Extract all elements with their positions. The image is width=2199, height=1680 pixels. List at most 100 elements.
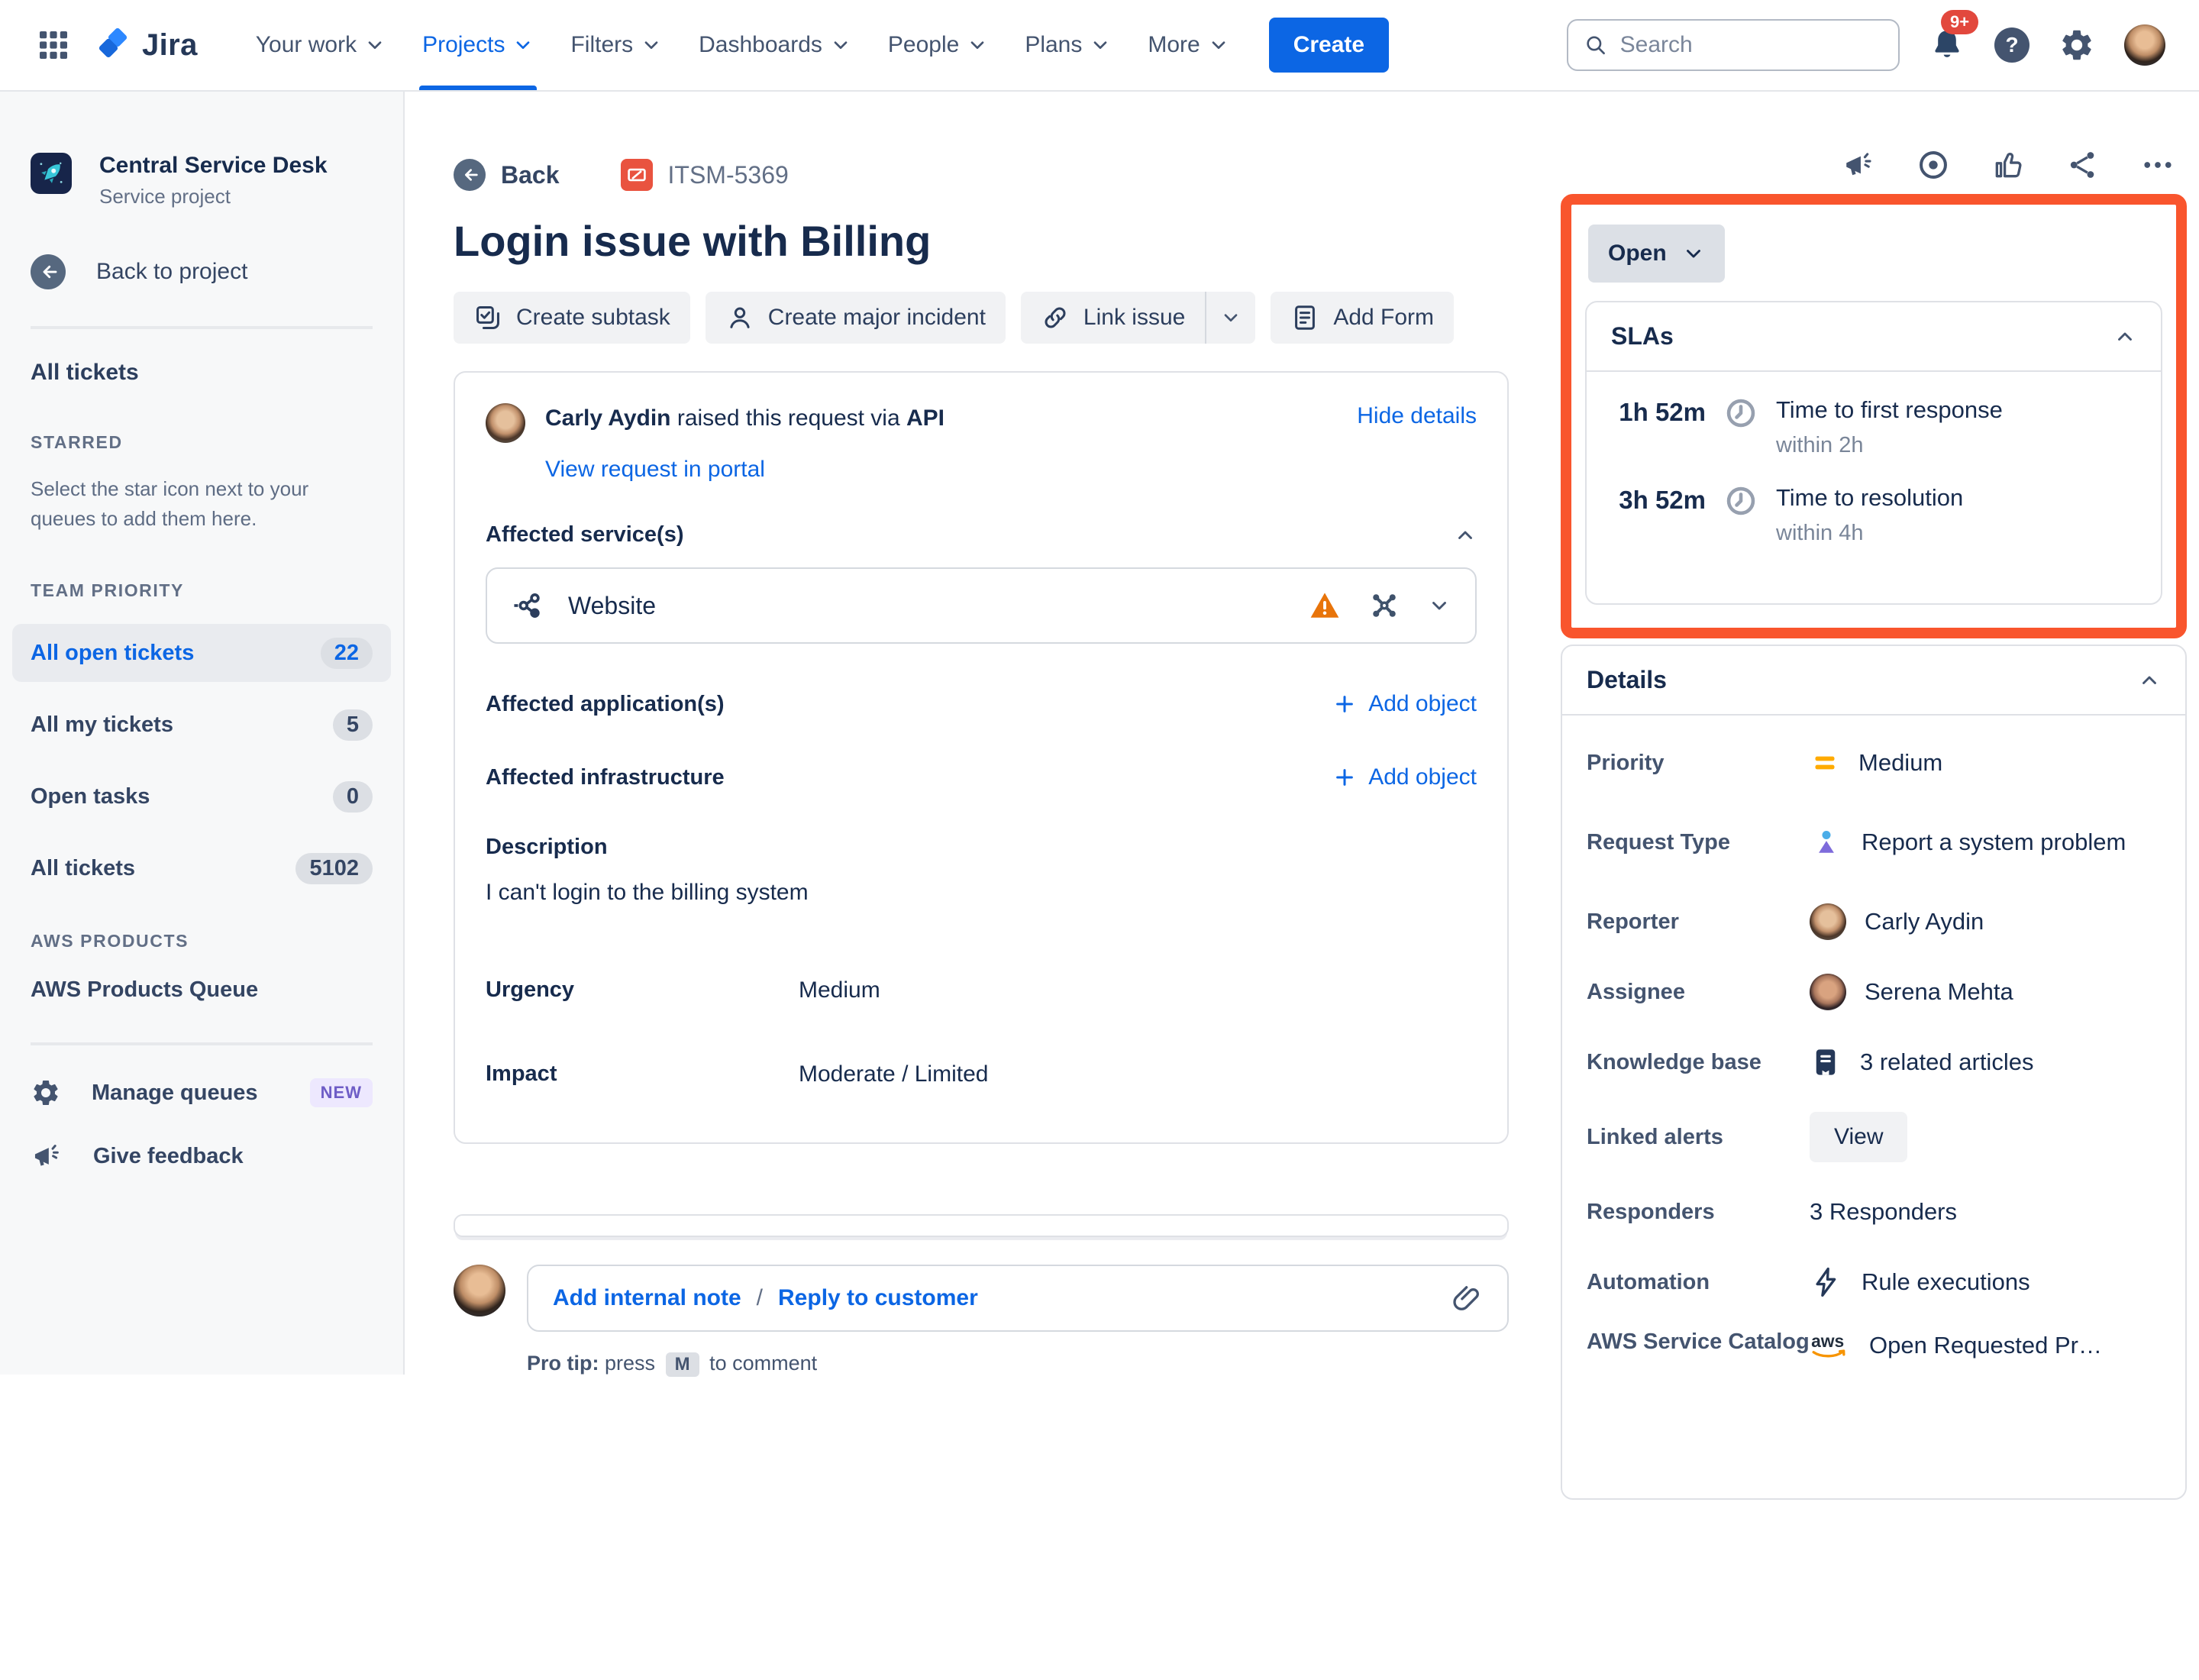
gear-icon	[31, 1077, 61, 1108]
slas-header[interactable]: SLAs	[1587, 302, 2161, 372]
aws-service-catalog-value[interactable]: Open Requested Pr…	[1810, 1329, 2102, 1362]
queue-list: All open tickets 22 All my tickets 5 Ope…	[12, 624, 391, 897]
clock-icon	[1724, 396, 1758, 430]
back-to-project-button[interactable]: Back to project	[31, 254, 373, 289]
notifications-button[interactable]: 9+	[1929, 27, 1965, 63]
service-row-icons	[1309, 588, 1451, 623]
queue-all-tickets[interactable]: All tickets 5102	[12, 839, 391, 897]
paperclip-icon[interactable]	[1451, 1282, 1483, 1314]
sla-row[interactable]: 3h 52m Time to resolution within 4h	[1611, 484, 2136, 546]
add-form-button[interactable]: Add Form	[1271, 292, 1454, 344]
more-actions-icon[interactable]	[2141, 148, 2175, 182]
priority-value[interactable]: Medium	[1810, 747, 1942, 779]
annotation-highlight: Open SLAs 1h 52m Time to first response …	[1561, 194, 2187, 638]
user-avatar[interactable]	[2124, 24, 2165, 66]
comment-input[interactable]: Add internal note / Reply to customer	[527, 1265, 1509, 1332]
nav-your-work[interactable]: Your work	[237, 0, 404, 90]
issue-key-link[interactable]: ITSM-5369	[621, 159, 789, 191]
queue-count-badge: 5102	[295, 853, 373, 884]
nav-filters[interactable]: Filters	[552, 0, 680, 90]
feedback-megaphone-icon[interactable]	[1842, 148, 1875, 182]
reply-to-customer-tab[interactable]: Reply to customer	[778, 1285, 978, 1311]
queue-aws-products[interactable]: AWS Products Queue	[31, 977, 373, 1003]
link-issue-dropdown[interactable]	[1206, 292, 1255, 344]
team-priority-section-label: TEAM PRIORITY	[31, 580, 184, 600]
create-subtask-button[interactable]: Create subtask	[454, 292, 690, 344]
create-button[interactable]: Create	[1269, 18, 1389, 73]
chevron-down-icon[interactable]	[1428, 594, 1451, 617]
chevron-down-icon	[967, 34, 988, 56]
share-icon[interactable]	[2066, 148, 2100, 182]
sidebar-item-all-tickets[interactable]: All tickets	[31, 360, 373, 386]
app-switcher-icon[interactable]	[34, 25, 73, 65]
collapsed-activity-bar[interactable]	[454, 1214, 1509, 1237]
sla-list: 1h 52m Time to first response within 2h …	[1587, 372, 2161, 546]
add-application-object-button[interactable]: Add object	[1333, 691, 1477, 717]
give-feedback-button[interactable]: Give feedback	[31, 1140, 373, 1172]
jira-logo-icon	[95, 27, 131, 63]
sla-time-remaining: 1h 52m	[1611, 398, 1706, 427]
search-input[interactable]	[1620, 32, 1883, 58]
arrow-left-icon	[454, 159, 486, 191]
status-dropdown[interactable]: Open	[1588, 225, 1725, 283]
description-text[interactable]: I can't login to the billing system	[486, 880, 1477, 906]
view-linked-alerts-button[interactable]: View	[1810, 1112, 1907, 1162]
queue-all-my-tickets[interactable]: All my tickets 5	[12, 696, 391, 754]
urgency-value[interactable]: Medium	[799, 977, 880, 1003]
details-card: Details Priority Medium Request Type Rep…	[1561, 645, 2187, 1500]
sla-name: Time to first response	[1776, 396, 2003, 424]
queue-all-open-tickets[interactable]: All open tickets 22	[12, 624, 391, 682]
create-major-incident-button[interactable]: Create major incident	[706, 292, 1006, 344]
hide-details-link[interactable]: Hide details	[1357, 403, 1477, 429]
detail-row-knowledge-base: Knowledge base 3 related articles	[1587, 1027, 2161, 1097]
responders-value[interactable]: 3 Responders	[1810, 1196, 1957, 1228]
chevron-down-icon	[830, 34, 851, 56]
add-infrastructure-object-button[interactable]: Add object	[1333, 764, 1477, 790]
queue-open-tasks[interactable]: Open tasks 0	[12, 767, 391, 825]
view-request-in-portal-link[interactable]: View request in portal	[545, 457, 1477, 483]
issue-view: Back ITSM-5369 Login issue with Billing …	[405, 92, 2199, 1680]
settings-gear-icon[interactable]	[2059, 27, 2095, 63]
impact-topology-icon[interactable]	[1367, 588, 1402, 623]
nav-projects[interactable]: Projects	[404, 0, 552, 90]
pro-tip-text: Pro tip: press M to comment	[527, 1352, 1509, 1377]
service-topology-icon	[512, 588, 547, 623]
nav-plans[interactable]: Plans	[1006, 0, 1129, 90]
add-internal-note-tab[interactable]: Add internal note	[553, 1285, 741, 1311]
sla-row[interactable]: 1h 52m Time to first response within 2h	[1611, 396, 2136, 458]
urgency-row: Urgency Medium	[486, 977, 1477, 1003]
request-type-value[interactable]: Report a system problem	[1810, 825, 2126, 859]
warning-icon[interactable]	[1309, 590, 1341, 622]
chevron-up-icon[interactable]	[1454, 524, 1477, 547]
manage-queues-button[interactable]: Manage queues NEW	[31, 1077, 373, 1108]
details-header[interactable]: Details	[1562, 646, 2185, 716]
link-issue-button[interactable]: Link issue	[1021, 292, 1205, 344]
reporter-avatar[interactable]	[486, 403, 525, 443]
issue-title[interactable]: Login issue with Billing	[454, 215, 1509, 267]
back-button[interactable]: Back	[454, 159, 560, 191]
impact-value[interactable]: Moderate / Limited	[799, 1061, 988, 1087]
nav-more[interactable]: More	[1129, 0, 1247, 90]
automation-value[interactable]: Rule executions	[1810, 1265, 2030, 1299]
request-details-card: Carly Aydin raised this request via API …	[454, 371, 1509, 1144]
help-button[interactable]: ?	[1994, 27, 2029, 63]
nav-dashboards[interactable]: Dashboards	[680, 0, 870, 90]
detail-row-linked-alerts: Linked alerts View	[1587, 1097, 2161, 1177]
service-name: Website	[568, 592, 656, 620]
assignee-value[interactable]: Serena Mehta	[1810, 974, 2013, 1010]
book-icon	[1810, 1046, 1842, 1078]
watch-icon[interactable]	[1916, 148, 1950, 182]
nav-people[interactable]: People	[870, 0, 1006, 90]
knowledge-base-value[interactable]: 3 related articles	[1810, 1046, 2033, 1078]
vote-thumbs-up-icon[interactable]	[1991, 148, 2025, 182]
jira-logo[interactable]: Jira	[95, 27, 198, 63]
global-search[interactable]	[1567, 19, 1900, 71]
request-banner: Carly Aydin raised this request via API …	[486, 373, 1477, 443]
affected-service-item[interactable]: Website	[486, 567, 1477, 644]
chevron-down-icon	[1682, 242, 1705, 265]
reporter-value[interactable]: Carly Aydin	[1810, 903, 1984, 940]
project-header[interactable]: Central Service Desk Service project	[31, 153, 373, 208]
sla-time-remaining: 3h 52m	[1611, 486, 1706, 515]
chevron-up-icon	[2113, 325, 2136, 348]
plus-icon	[1333, 766, 1356, 789]
